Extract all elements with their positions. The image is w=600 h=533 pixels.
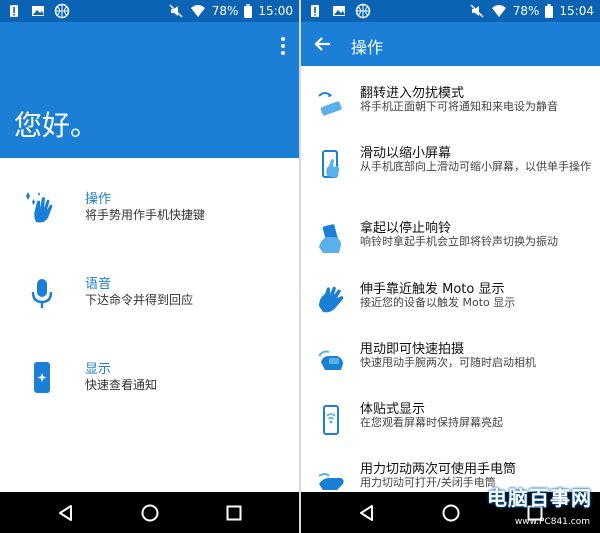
action-title: 用力切动两次可使用手电筒: [360, 462, 517, 477]
battery-icon: [545, 4, 554, 18]
wifi-icon: [190, 5, 205, 17]
action-item-flip-dnd[interactable]: 翻转进入勿扰模式 将手机正面朝下可将通知和来电设为静音: [301, 80, 600, 140]
wifi-icon: [491, 5, 506, 17]
action-desc: 从手机底部向上滑动可缩小屏幕，以供单手操作: [360, 160, 591, 173]
feature-item-voice[interactable]: 语音 下达命令并得到回应: [0, 269, 299, 329]
back-arrow-icon[interactable]: [313, 34, 333, 54]
action-desc: 将手机正面朝下可将通知和来电设为静音: [360, 100, 558, 113]
back-nav-icon[interactable]: [357, 503, 377, 523]
action-title: 翻转进入勿扰模式: [360, 86, 465, 101]
attentive-display-icon: [323, 405, 339, 435]
pickup-phone-icon: [319, 224, 341, 253]
flip-phone-icon: [318, 92, 342, 116]
action-title: 滑动以缩小屏幕: [360, 146, 452, 161]
watermark-url: www.PC841.com: [514, 517, 590, 527]
reach-hand-icon: [319, 286, 344, 313]
clock: 15:00: [258, 4, 293, 18]
image-icon: [32, 6, 44, 16]
clock: 15:04: [559, 4, 594, 18]
feature-item-actions[interactable]: 操作 将手势用作手机快捷键: [0, 184, 299, 244]
warning-icon: [10, 5, 18, 17]
basketball-icon: [54, 3, 70, 19]
twist-camera-icon: [318, 350, 343, 370]
status-bar: 78% 15:04: [301, 0, 600, 22]
app-bar: 操作: [301, 22, 600, 66]
action-item-swipe-shrink[interactable]: 滑动以缩小屏幕 从手机底部向上滑动可缩小屏幕，以供单手操作: [301, 140, 600, 200]
watermark-logo: 电脑百事网: [487, 486, 592, 510]
screen-moto-home: 78% 15:00 您好。 操作 将手势用作手机快捷键 语音 下达命令并得到回应…: [0, 0, 299, 533]
home-nav-icon[interactable]: [140, 503, 160, 523]
feature-item-display[interactable]: 显示 快速查看通知: [0, 354, 299, 414]
action-desc: 快速甩动手腕两次，可随时启动相机: [360, 356, 536, 369]
warning-icon: [311, 5, 319, 17]
recents-nav-icon[interactable]: [224, 503, 244, 523]
image-icon: [333, 6, 345, 16]
screen-actions: 78% 15:04 操作 翻转进入勿扰模式 将手机正面朝下可将通知和来电设为静音…: [301, 0, 600, 533]
battery-icon: [244, 4, 253, 18]
action-item-reach-display[interactable]: 伸手靠近触发 Moto 显示 接近您的设备以触发 Moto 显示: [301, 276, 600, 336]
battery-level: 78%: [211, 4, 239, 18]
greeting-header: 您好。: [0, 22, 299, 158]
feature-title: 显示: [85, 362, 112, 377]
page-title: 操作: [351, 38, 384, 57]
action-title: 拿起以停止响铃: [360, 221, 452, 236]
action-title: 体贴式显示: [360, 402, 426, 417]
back-nav-icon[interactable]: [56, 503, 76, 523]
action-title: 甩动即可快速拍摄: [360, 342, 465, 357]
swipe-shrink-icon: [322, 150, 340, 178]
battery-level: 78%: [512, 4, 540, 18]
phone-display-icon: [34, 362, 50, 393]
hand-wave-icon: [26, 192, 53, 223]
action-item-attentive-display[interactable]: 体贴式显示 在您观看屏幕时保持屏幕亮起: [301, 396, 600, 456]
action-title: 伸手靠近触发 Moto 显示: [360, 282, 505, 297]
mute-icon: [169, 4, 183, 18]
feature-title: 操作: [85, 192, 112, 207]
microphone-icon: [31, 279, 53, 308]
action-desc: 在您观看屏幕时保持屏幕亮起: [360, 416, 503, 429]
feature-title: 语音: [85, 277, 112, 292]
feature-desc: 将手势用作手机快捷键: [85, 208, 206, 222]
greeting-title: 您好。: [14, 109, 99, 142]
feature-desc: 快速查看通知: [85, 378, 158, 392]
basketball-icon: [355, 3, 371, 19]
action-desc: 响铃时拿起手机会立即将铃声切换为振动: [360, 235, 558, 248]
navigation-bar: [0, 492, 299, 533]
action-desc: 接近您的设备以触发 Moto 显示: [360, 296, 516, 309]
feature-desc: 下达命令并得到回应: [85, 293, 194, 307]
home-nav-icon[interactable]: [441, 503, 461, 523]
more-options-icon[interactable]: [279, 37, 287, 55]
mute-icon: [470, 4, 484, 18]
action-item-twist-camera[interactable]: 甩动即可快速拍摄 快速甩动手腕两次，可随时启动相机: [301, 336, 600, 396]
status-bar: 78% 15:00: [0, 0, 299, 22]
action-item-pickup-silence[interactable]: 拿起以停止响铃 响铃时拿起手机会立即将铃声切换为振动: [301, 215, 600, 275]
